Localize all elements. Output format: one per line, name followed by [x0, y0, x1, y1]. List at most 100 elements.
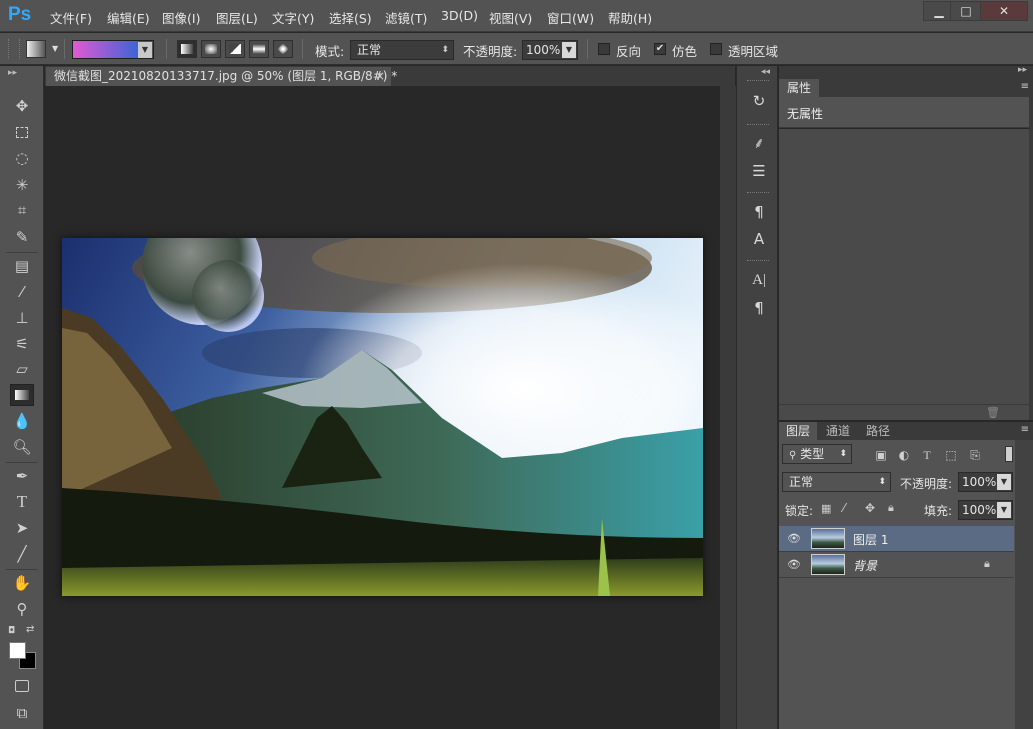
gradient-tool-preset-icon[interactable]: [26, 40, 46, 58]
dither-checkbox[interactable]: ✔: [654, 43, 666, 55]
hand-tool-icon[interactable]: ✋: [10, 572, 34, 594]
magic-wand-tool-icon[interactable]: ✳: [10, 174, 34, 196]
menu-3d[interactable]: 3D(D): [441, 8, 478, 23]
maximize-button[interactable]: □: [950, 1, 982, 21]
lock-transparent-icon[interactable]: ▦: [821, 502, 831, 515]
radial-gradient-button[interactable]: [201, 40, 221, 58]
panel-collapse-icon[interactable]: ▸▸: [1018, 65, 1027, 75]
filter-toggle[interactable]: [1005, 446, 1013, 462]
zoom-tool-icon[interactable]: ⚲: [10, 598, 34, 620]
properties-menu-icon[interactable]: ≡: [1021, 81, 1029, 92]
clone-stamp-tool-icon[interactable]: ⊥: [10, 307, 34, 329]
line-tool-icon[interactable]: ╱: [10, 543, 34, 565]
gradient-dropdown-icon[interactable]: ▼: [138, 42, 152, 58]
foreground-color-swatch[interactable]: [9, 642, 26, 659]
gradient-tool-icon[interactable]: [10, 384, 34, 406]
opacity-dropdown-icon[interactable]: ▼: [562, 42, 576, 58]
lock-position-icon[interactable]: ✥: [865, 501, 875, 515]
pen-tool-icon[interactable]: ✒: [10, 465, 34, 487]
app-logo: Ps: [8, 4, 32, 25]
default-colors-icon[interactable]: ◘: [8, 626, 15, 636]
tab-channels[interactable]: 通道: [819, 422, 857, 440]
close-button[interactable]: ✕: [980, 1, 1028, 21]
eyedropper-tool-icon[interactable]: ✎: [10, 226, 34, 248]
menu-filter[interactable]: 滤镜(T): [385, 8, 427, 27]
dock-collapse-icon[interactable]: ◂◂: [761, 67, 770, 77]
opacity-field[interactable]: 100% ▼: [522, 40, 578, 60]
reflected-gradient-button[interactable]: [249, 40, 269, 58]
eraser-tool-icon[interactable]: ▱: [10, 358, 34, 380]
layer-filter-select[interactable]: ⚲ 类型 ⬍: [782, 444, 852, 464]
linear-gradient-button[interactable]: [177, 40, 197, 58]
menu-layer[interactable]: 图层(L): [216, 8, 258, 27]
brush-panel-icon[interactable]: ⸙: [749, 132, 769, 154]
layer-row[interactable]: 👁︎ 图层 1: [779, 526, 1014, 552]
type-tool-icon[interactable]: T: [10, 491, 34, 513]
tab-layers[interactable]: 图层: [779, 422, 817, 440]
diamond-gradient-button[interactable]: [273, 40, 293, 58]
layer-row[interactable]: 👁︎ 背景 🔒︎: [779, 552, 1014, 578]
transparency-checkbox[interactable]: [710, 43, 722, 55]
lock-pixels-icon[interactable]: ⁄: [843, 501, 845, 515]
fill-dropdown-icon[interactable]: ▼: [997, 502, 1011, 518]
blend-mode-select[interactable]: 正常 ⬍: [782, 472, 891, 492]
document-tab[interactable]: 微信截图_20210820133717.jpg @ 50% (图层 1, RGB…: [46, 67, 397, 86]
tab-paths[interactable]: 路径: [859, 422, 897, 440]
menu-help[interactable]: 帮助(H): [608, 8, 652, 27]
filter-smart-object-icon[interactable]: ⎘: [967, 447, 983, 463]
menu-image[interactable]: 图像(I): [162, 8, 200, 27]
preset-dropdown-icon[interactable]: ▼: [52, 44, 58, 53]
quick-mask-icon[interactable]: [10, 675, 34, 697]
fill-field[interactable]: 100% ▼: [958, 500, 1013, 520]
blur-tool-icon[interactable]: 💧: [10, 410, 34, 432]
angle-gradient-button[interactable]: [225, 40, 245, 58]
lock-all-icon[interactable]: 🔒︎: [888, 501, 894, 515]
visibility-eye-icon[interactable]: 👁︎: [787, 532, 801, 546]
collapse-icon[interactable]: ▸▸: [8, 68, 17, 78]
menu-select[interactable]: 选择(S): [329, 8, 372, 27]
properties-tab[interactable]: 属性: [779, 79, 819, 97]
mode-select[interactable]: 正常 ⬍: [350, 40, 454, 60]
character-styles-icon[interactable]: A: [749, 228, 769, 250]
history-panel-icon[interactable]: ↻: [749, 90, 769, 112]
layers-scrollbar[interactable]: [1015, 440, 1033, 729]
crop-tool-icon[interactable]: ⌗: [10, 199, 34, 221]
menu-file[interactable]: 文件(F): [50, 8, 92, 27]
paragraph-panel-icon[interactable]: ¶: [749, 297, 769, 319]
lasso-tool-icon[interactable]: ◌: [10, 147, 34, 169]
layer-opacity-field[interactable]: 100% ▼: [958, 472, 1013, 492]
close-document-icon[interactable]: ×: [375, 67, 385, 86]
menu-edit[interactable]: 编辑(E): [107, 8, 150, 27]
healing-brush-tool-icon[interactable]: ▤: [10, 255, 34, 277]
menu-type[interactable]: 文字(Y): [272, 8, 314, 27]
history-brush-tool-icon[interactable]: ⚟: [10, 333, 34, 355]
paragraph-styles-icon[interactable]: ¶: [749, 201, 769, 223]
visibility-eye-icon[interactable]: 👁︎: [787, 558, 801, 572]
filter-type-icon[interactable]: T: [919, 447, 935, 463]
menu-view[interactable]: 视图(V): [489, 8, 532, 27]
trash-icon[interactable]: 🗑: [986, 406, 1000, 419]
screen-mode-icon[interactable]: ⧉: [10, 702, 34, 724]
gradient-swatch[interactable]: [73, 41, 139, 58]
swap-colors-icon[interactable]: ⇄: [26, 624, 34, 635]
layer-opacity-dropdown-icon[interactable]: ▼: [997, 474, 1011, 490]
move-tool-icon[interactable]: ✥: [10, 95, 34, 117]
gradient-picker[interactable]: ▼: [72, 40, 154, 59]
filter-shape-icon[interactable]: ⬚: [943, 447, 959, 463]
filter-adjustment-icon[interactable]: ◐: [896, 447, 912, 463]
brush-tool-icon[interactable]: ⁄: [10, 281, 34, 303]
brush-presets-icon[interactable]: ☰: [749, 160, 769, 182]
dodge-tool-icon[interactable]: 🔍︎: [10, 436, 34, 458]
character-panel-icon[interactable]: A|: [749, 269, 769, 291]
path-selection-tool-icon[interactable]: ➤: [10, 517, 34, 539]
options-grip[interactable]: [8, 39, 20, 59]
mode-label: 模式:: [315, 44, 345, 59]
marquee-tool-icon[interactable]: [10, 122, 34, 144]
filter-pixel-icon[interactable]: ▣: [873, 447, 889, 463]
reverse-checkbox[interactable]: [598, 43, 610, 55]
document-image[interactable]: [62, 238, 703, 596]
menu-window[interactable]: 窗口(W): [547, 8, 594, 27]
vertical-scrollbar[interactable]: [720, 86, 736, 729]
filter-search-icon: ⚲: [789, 450, 797, 461]
layers-menu-icon[interactable]: ≡: [1021, 424, 1029, 435]
